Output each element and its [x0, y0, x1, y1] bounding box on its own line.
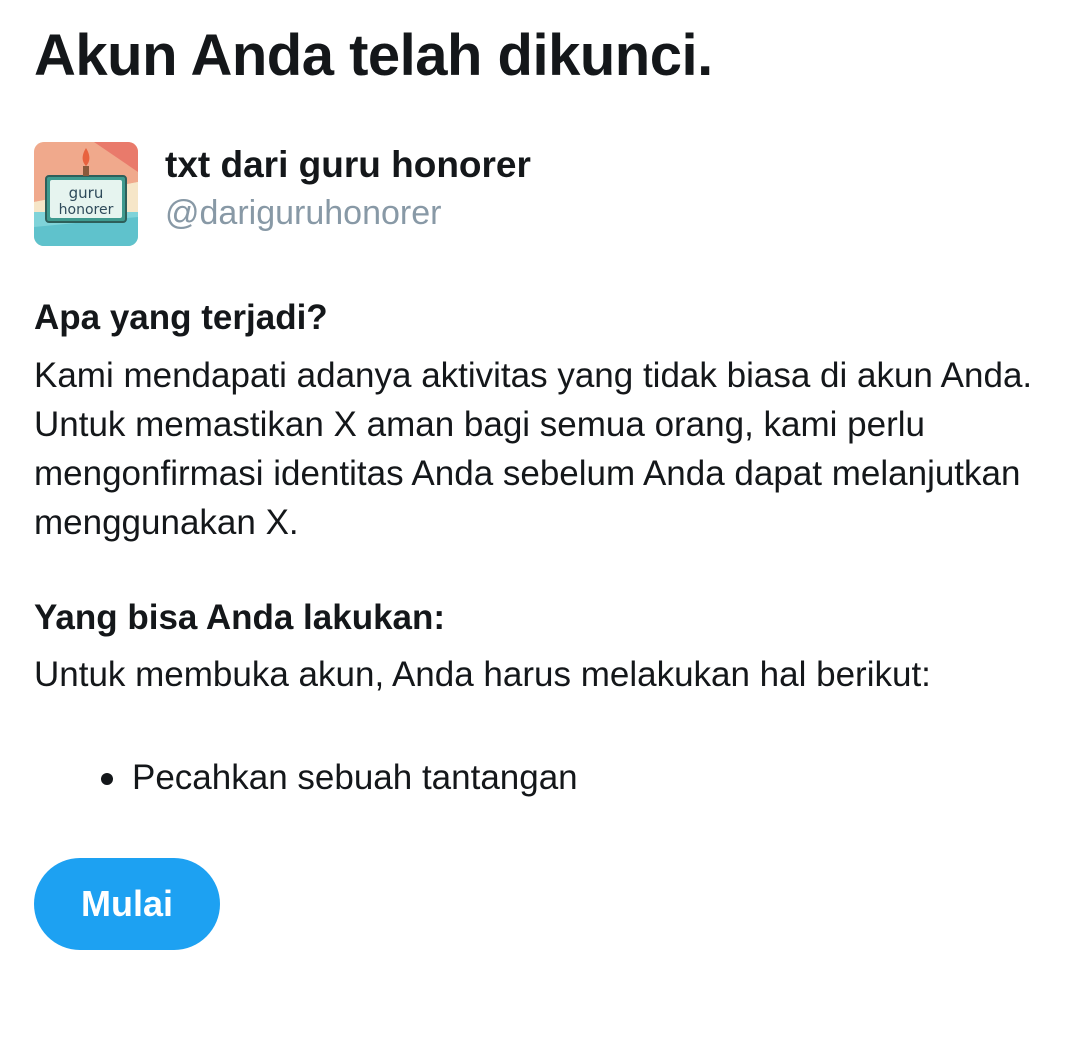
start-button[interactable]: Mulai [34, 858, 220, 950]
account-handle: @dariguruhonorer [165, 194, 442, 232]
what-happened-text: Kami mendapati adanya aktivitas yang tid… [34, 356, 1033, 542]
avatar-logo-text-1: guru [69, 184, 104, 202]
bullet-icon [101, 773, 113, 785]
page-title: Akun Anda telah dikunci. [34, 23, 713, 88]
avatar: guru honorer [34, 142, 138, 246]
step-label: Pecahkan sebuah tantangan [132, 758, 578, 797]
list-item: Pecahkan sebuah tantangan [34, 752, 578, 804]
what-happened-heading: Apa yang terjadi? [34, 298, 328, 337]
what-you-can-do-text: Untuk membuka akun, Anda harus melakukan… [34, 655, 931, 694]
account-profile: guru honorer txt dari guru honorer @dari… [34, 142, 734, 248]
required-steps-list: Pecahkan sebuah tantangan [34, 752, 578, 804]
avatar-logo-text-2: honorer [59, 202, 114, 218]
what-you-can-do-heading: Yang bisa Anda lakukan: [34, 598, 446, 637]
account-display-name: txt dari guru honorer [165, 144, 531, 185]
